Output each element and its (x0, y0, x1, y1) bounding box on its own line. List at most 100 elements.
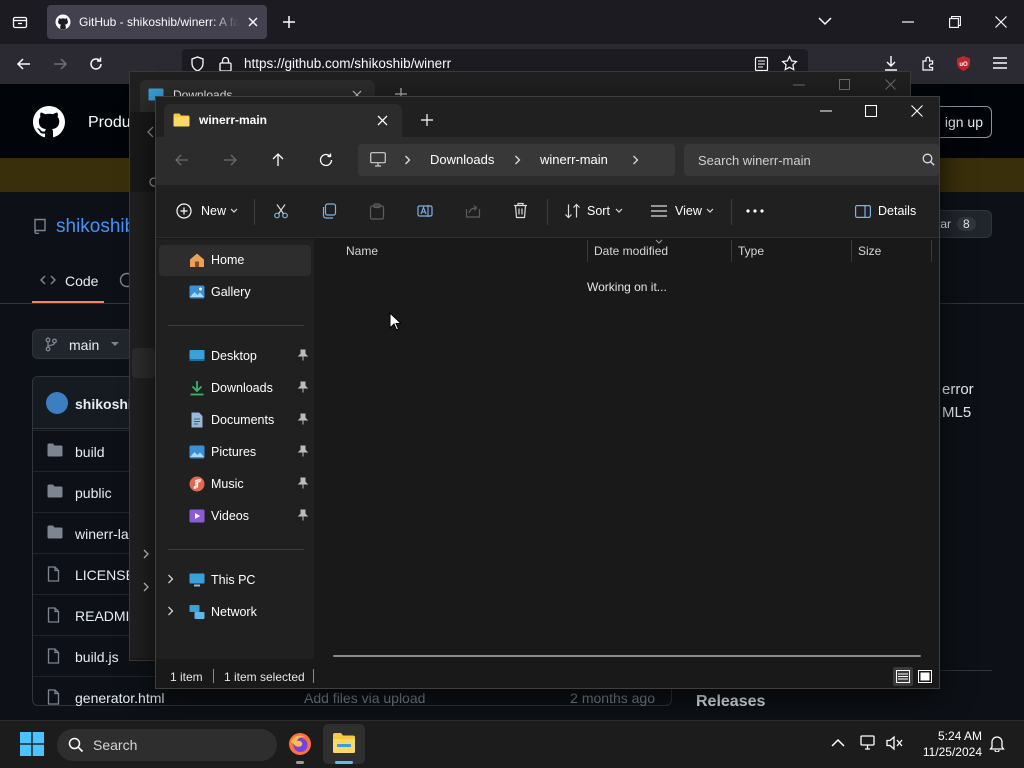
new-button[interactable]: New (201, 204, 226, 218)
download-icon[interactable] (883, 55, 899, 72)
column-header-type[interactable]: Type (738, 244, 764, 258)
close-icon[interactable] (377, 115, 388, 126)
maximize-icon[interactable] (839, 79, 850, 90)
close-window-icon[interactable] (911, 105, 923, 117)
details-pane-icon[interactable] (855, 205, 871, 218)
column-divider[interactable] (931, 240, 932, 262)
close-window-icon[interactable] (885, 79, 896, 90)
file-explorer-icon[interactable] (332, 732, 356, 754)
column-header-date-modified[interactable]: Date modified (594, 244, 668, 258)
minimize-icon[interactable] (820, 110, 832, 112)
delete-icon[interactable] (513, 202, 528, 219)
chevron-right-icon[interactable] (142, 549, 150, 559)
shield-icon[interactable] (190, 56, 205, 72)
column-divider[interactable] (851, 240, 852, 262)
forward-icon[interactable] (223, 153, 237, 167)
extensions-icon[interactable] (920, 55, 937, 72)
paste-icon[interactable] (369, 203, 385, 220)
nav-item-network[interactable]: Network (159, 597, 311, 627)
commit-message[interactable]: Add files via upload (304, 690, 425, 706)
browser-tab-active[interactable]: GitHub - shikoshib/winerr: A fake Window… (47, 5, 267, 39)
view-icon[interactable] (651, 205, 667, 217)
nav-item-desktop[interactable]: Desktop (159, 341, 311, 371)
github-logo-icon[interactable] (33, 106, 65, 138)
reload-icon[interactable] (88, 56, 104, 72)
tiles-view-toggle[interactable] (915, 667, 935, 686)
menu-icon[interactable] (993, 57, 1007, 69)
taskbar-time[interactable]: 5:24 AM (918, 729, 982, 743)
url-text[interactable]: https://github.com/shikoshib/winerr (244, 56, 451, 71)
up-icon[interactable] (271, 152, 285, 167)
start-windows-icon[interactable] (20, 732, 44, 756)
avatar[interactable] (46, 392, 68, 414)
close-tab-icon[interactable] (247, 16, 259, 28)
view-button[interactable]: View (675, 204, 702, 218)
breadcrumb-downloads[interactable]: Downloads (430, 152, 494, 167)
pin-icon[interactable] (298, 381, 308, 393)
sort-icon[interactable] (564, 203, 581, 219)
nav-item-home[interactable]: Home (159, 245, 311, 275)
reader-view-icon[interactable] (754, 56, 769, 72)
pin-icon[interactable] (298, 445, 308, 457)
sort-button[interactable]: Sort (587, 204, 610, 218)
firefox-icon[interactable] (288, 732, 312, 756)
pin-icon[interactable] (298, 349, 308, 361)
new-tab-icon[interactable] (282, 15, 296, 29)
breadcrumb[interactable]: Downloads winerr-main (358, 144, 675, 176)
tab-code[interactable]: Code (65, 273, 98, 289)
pin-icon[interactable] (298, 477, 308, 489)
releases-heading[interactable]: Releases (696, 693, 765, 711)
network-status-icon[interactable] (860, 735, 878, 751)
notification-bell-icon[interactable] (989, 735, 1005, 752)
restore-icon[interactable] (949, 16, 961, 28)
forward-icon[interactable] (52, 56, 68, 72)
nav-item-downloads[interactable]: Downloads (159, 373, 311, 403)
chevron-up-icon[interactable] (831, 738, 845, 748)
refresh-icon[interactable] (319, 152, 333, 167)
chevron-down-icon[interactable] (818, 16, 832, 26)
breadcrumb-winerr-main[interactable]: winerr-main (540, 152, 608, 167)
new-tab-icon[interactable] (421, 114, 433, 126)
share-icon[interactable] (465, 203, 481, 219)
chevron-right-icon[interactable] (632, 155, 639, 165)
back-icon[interactable] (16, 56, 32, 72)
chevron-right-icon[interactable] (167, 574, 174, 584)
nav-item-pictures[interactable]: Pictures (159, 437, 311, 467)
taskbar-search-box[interactable]: Search (57, 729, 277, 761)
search-input[interactable]: Search winerr-main (684, 144, 939, 176)
chevron-down-icon[interactable] (706, 208, 714, 214)
cut-icon[interactable] (273, 203, 289, 219)
file-name-link[interactable]: LICENSE (75, 567, 135, 583)
minimize-icon[interactable] (902, 21, 914, 23)
column-divider[interactable] (731, 240, 732, 262)
github-nav-product[interactable]: Produ (88, 114, 131, 132)
explorer-downloads-selected-item[interactable] (132, 348, 156, 378)
nav-item-videos[interactable]: Videos (159, 501, 311, 531)
file-name-link[interactable]: winerr-la (75, 526, 129, 542)
back-icon[interactable] (175, 153, 189, 167)
copy-icon[interactable] (321, 203, 337, 219)
taskbar-date[interactable]: 11/25/2024 (906, 745, 982, 759)
ublock-icon[interactable]: uO (955, 55, 972, 72)
explorer-tab[interactable]: winerr-main (164, 104, 402, 137)
minimize-icon[interactable] (793, 84, 805, 86)
file-name-link[interactable]: generator.html (75, 690, 165, 706)
nav-item-this-pc[interactable]: This PC (159, 565, 311, 595)
bookmark-star-icon[interactable] (781, 55, 798, 72)
tab-overview-icon[interactable] (12, 14, 28, 30)
chevron-down-icon[interactable] (615, 208, 623, 214)
file-name-link[interactable]: build (75, 444, 105, 460)
column-header-name[interactable]: Name (346, 244, 378, 258)
volume-muted-icon[interactable] (886, 735, 904, 751)
pin-icon[interactable] (298, 413, 308, 425)
details-view-toggle[interactable] (893, 667, 913, 686)
rename-icon[interactable] (417, 203, 433, 219)
chevron-right-icon[interactable] (167, 606, 174, 616)
nav-item-documents[interactable]: Documents (159, 405, 311, 435)
file-name-link[interactable]: build.js (75, 649, 119, 665)
chevron-right-icon[interactable] (514, 155, 521, 165)
search-icon[interactable] (922, 153, 935, 166)
lock-icon[interactable] (219, 56, 232, 72)
close-window-icon[interactable] (995, 16, 1007, 28)
column-header-size[interactable]: Size (858, 244, 881, 258)
